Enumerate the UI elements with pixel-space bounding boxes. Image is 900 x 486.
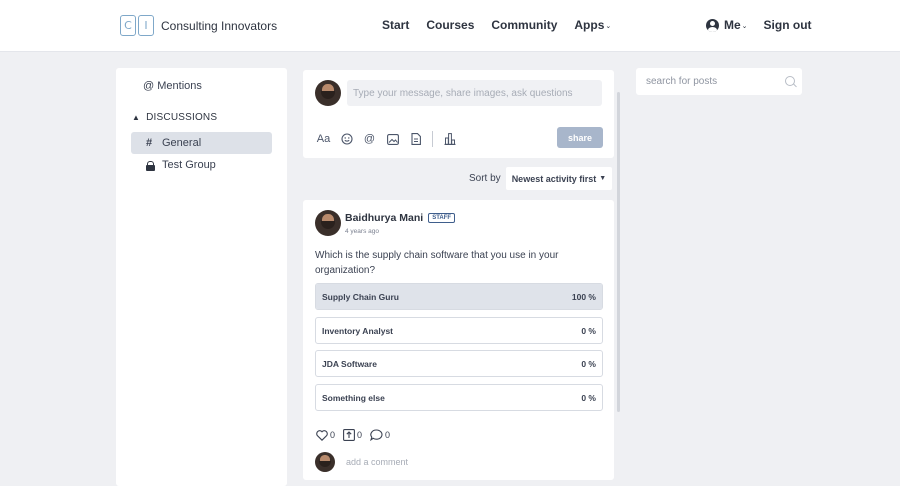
hash-icon: # [146,137,153,149]
sidebar-item-test-group[interactable]: Test Group [131,154,272,176]
poll-icon[interactable] [443,133,456,146]
author-name[interactable]: Baidhurya Mani [345,212,423,224]
poll-option[interactable]: Supply Chain Guru 100 % [315,283,603,310]
logo-letter-left: C [120,15,136,36]
post-timestamp: 4 years ago [345,228,379,235]
sort-row: Sort by Newest activity first ▼ [469,167,613,190]
logo-letter-right: I [138,15,154,36]
poll-option-percent: 0 % [581,392,596,403]
poll-option-label: Inventory Analyst [322,325,394,336]
poll-option[interactable]: JDA Software 0 % [315,350,603,377]
caret-up-icon: ▲ [132,113,141,122]
emoji-icon[interactable] [340,133,353,146]
chevron-down-icon: ⌄ [605,23,612,30]
sidebar-section-label: DISCUSSIONS [146,112,218,123]
heart-icon [316,429,328,441]
poll-option-label: Supply Chain Guru [322,291,399,302]
comment-count: 0 [385,430,391,440]
poll-option-label: JDA Software [322,358,377,369]
nav-courses[interactable]: Courses [426,18,474,32]
text-format-icon[interactable]: Aa [317,133,330,146]
post-search [636,68,802,95]
avatar [315,80,341,106]
poll-question: Which is the supply chain software that … [315,250,559,276]
like-button[interactable]: 0 [316,429,336,441]
message-input[interactable] [347,80,602,106]
left-sidebar: @ Mentions ▲ DISCUSSIONS # General Test G… [116,68,287,486]
main-nav: Start Courses Community Apps⌄ [382,18,611,32]
toolbar-divider [432,131,433,147]
search-input[interactable] [636,68,776,95]
like-count: 0 [330,430,336,440]
logo-mark: C I [120,15,154,36]
post-composer: Aa @ share [303,70,614,158]
sidebar-item-label: Test Group [162,159,216,171]
at-icon: @ [143,80,155,92]
me-label: Me [724,18,741,32]
poll-option-label: Something else [322,392,385,403]
sidebar-section-discussions[interactable]: ▲ DISCUSSIONS [132,112,217,123]
sort-label: Sort by [469,173,501,184]
nav-apps[interactable]: Apps⌄ [574,18,611,32]
avatar[interactable] [315,210,341,236]
chevron-down-icon: ▼ [599,175,607,182]
poll-option[interactable]: Inventory Analyst 0 % [315,317,603,344]
share-button[interactable]: share [557,127,603,148]
search-icon[interactable] [785,76,795,86]
poll-option-percent: 0 % [581,358,596,369]
nav-apps-label: Apps [574,18,605,32]
top-navbar: C I Consulting Innovators Start Courses … [0,0,900,52]
sidebar-mentions-label: Mentions [157,80,202,92]
upvote-count: 0 [357,430,363,440]
composer-toolbar: Aa @ [317,131,456,147]
sidebar-item-general[interactable]: # General [131,132,272,154]
upvote-button[interactable]: 0 [343,429,362,441]
brand-logo[interactable]: C I Consulting Innovators [120,15,277,36]
post-reactions: 0 0 0 [316,429,390,441]
comment-input[interactable] [340,455,540,469]
nav-start[interactable]: Start [382,18,409,32]
feed-scrollbar[interactable] [617,92,620,412]
file-icon[interactable] [409,133,422,146]
image-icon[interactable] [386,133,399,146]
mention-icon[interactable]: @ [363,133,376,146]
poll-option[interactable]: Something else 0 % [315,384,603,411]
brand-name: Consulting Innovators [161,18,278,33]
nav-community[interactable]: Community [491,18,557,32]
user-area: Me⌄ Sign out [706,18,812,32]
poll-option-percent: 0 % [581,325,596,336]
comment-button[interactable]: 0 [370,429,390,441]
lock-icon [146,160,155,171]
poll-post: Baidhurya Mani STAFF 4 years ago Which i… [303,200,614,480]
avatar [315,452,335,472]
sidebar-item-label: General [162,137,202,149]
poll-option-percent: 100 % [571,291,596,302]
comment-bubble-icon [370,429,383,441]
chevron-down-icon: ⌄ [741,23,748,30]
upvote-icon [343,429,355,441]
post-author: Baidhurya Mani STAFF [345,212,456,224]
sign-out-link[interactable]: Sign out [764,18,812,32]
sort-value: Newest activity first [511,173,597,184]
sidebar-mentions[interactable]: @ Mentions [143,80,202,92]
user-icon [706,18,719,32]
me-menu[interactable]: Me⌄ [724,18,748,32]
staff-badge: STAFF [428,213,456,223]
sort-dropdown[interactable]: Newest activity first ▼ [505,167,613,190]
